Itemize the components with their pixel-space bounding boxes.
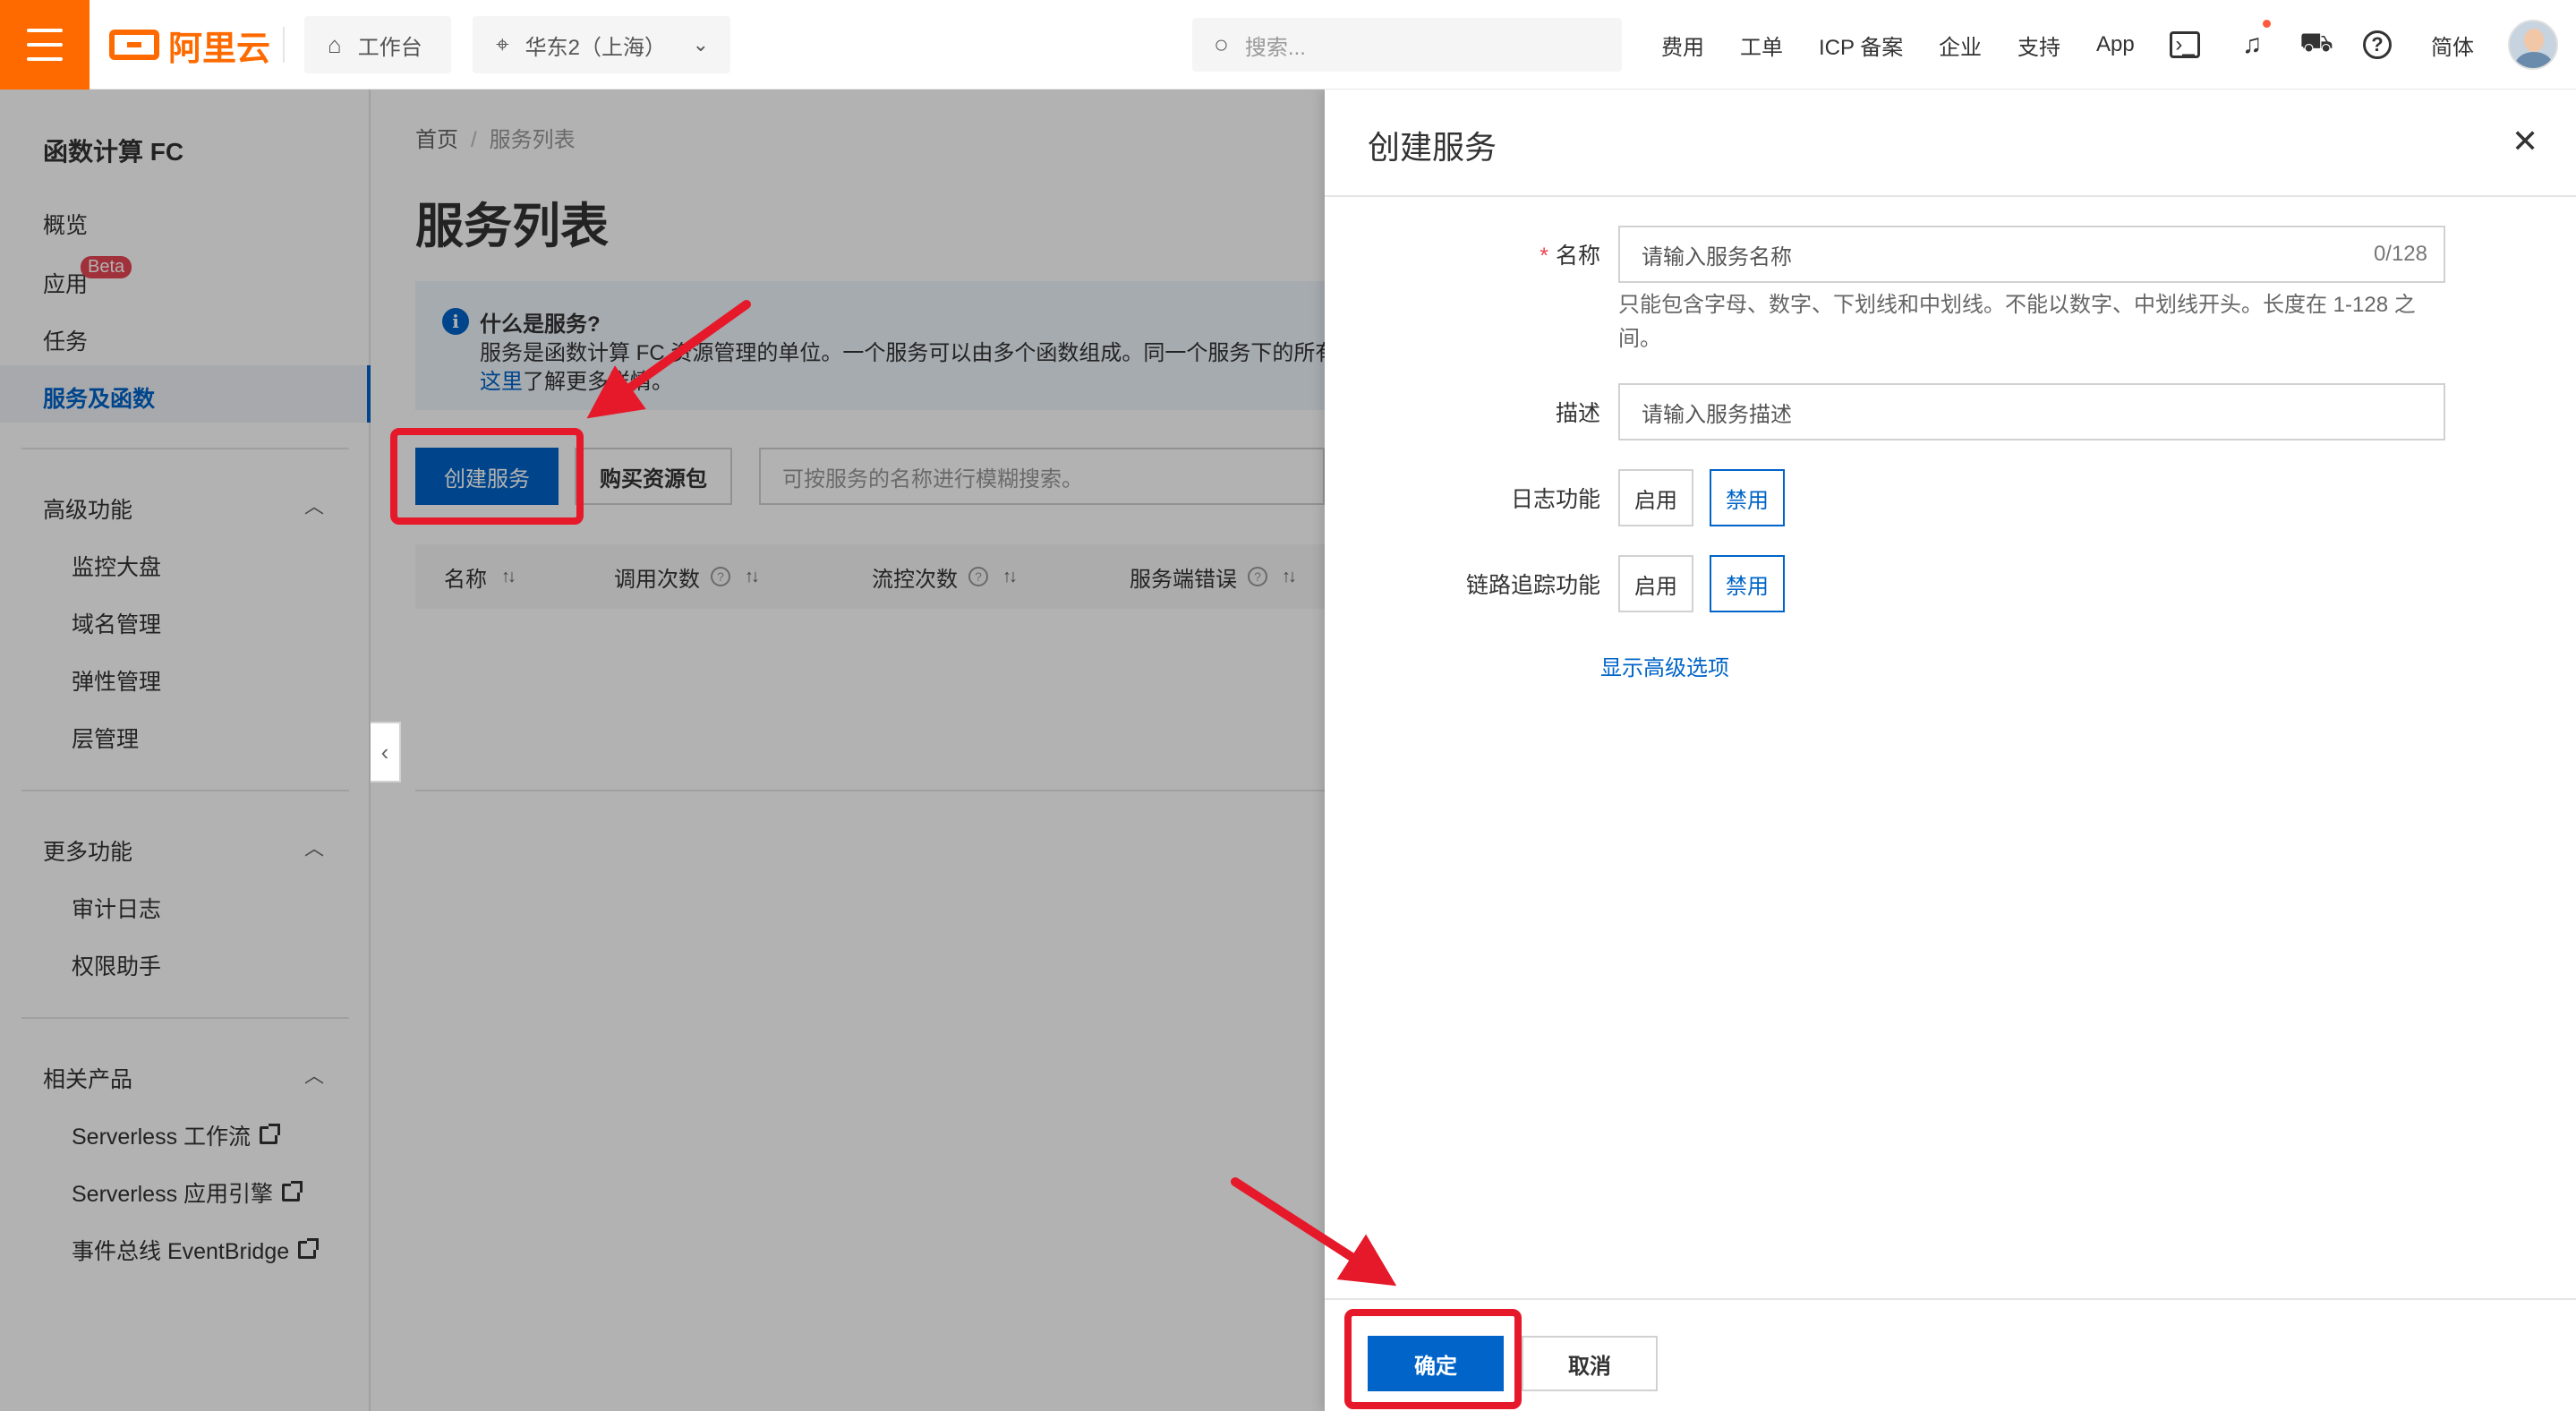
workbench-label: 工作台 bbox=[357, 35, 422, 60]
terminal-icon[interactable]: ›_ bbox=[2170, 31, 2200, 58]
logo-text: 阿里云 bbox=[168, 30, 271, 68]
search-placeholder: 搜索... bbox=[1244, 35, 1306, 60]
service-name-input[interactable]: 请输入服务名称 0/128 bbox=[1618, 226, 2445, 283]
avatar[interactable] bbox=[2508, 20, 2558, 70]
close-icon[interactable]: ✕ bbox=[2512, 125, 2538, 158]
trace-enable-button[interactable]: 启用 bbox=[1618, 555, 1693, 612]
required-mark: * bbox=[1540, 244, 1548, 269]
workbench-button[interactable]: ⌂ 工作台 bbox=[304, 16, 451, 73]
name-char-count: 0/128 bbox=[2373, 242, 2427, 266]
create-service-drawer: 创建服务 ✕ * 名称 请输入服务名称 0/128 只能包含字母、数字、下划线和中… bbox=[1325, 90, 2576, 1411]
nav-app[interactable]: App bbox=[2096, 0, 2135, 90]
name-placeholder: 请输入服务名称 bbox=[1642, 244, 1792, 269]
log-enable-button[interactable]: 启用 bbox=[1618, 469, 1693, 526]
region-selector[interactable]: ⌖ 华东2（上海） ⌄ bbox=[473, 16, 730, 73]
log-disable-button[interactable]: 禁用 bbox=[1710, 469, 1785, 526]
nav-icp[interactable]: ICP 备案 bbox=[1819, 0, 1903, 90]
divider bbox=[283, 27, 285, 63]
drawer-header: 创建服务 ✕ bbox=[1325, 90, 2576, 197]
notification-dot bbox=[2263, 20, 2271, 28]
drawer-footer: 确定 取消 bbox=[1325, 1298, 2576, 1411]
log-label: 日志功能 bbox=[1510, 487, 1600, 512]
bell-icon[interactable]: ♫ bbox=[2234, 27, 2270, 63]
show-advanced-options-link[interactable]: 显示高级选项 bbox=[1600, 650, 1729, 681]
nav-ticket[interactable]: 工单 bbox=[1740, 0, 1783, 90]
description-placeholder: 请输入服务描述 bbox=[1642, 402, 1792, 427]
name-label: * 名称 bbox=[1332, 238, 1600, 270]
location-pin-icon: ⌖ bbox=[496, 30, 509, 57]
region-label: 华东2（上海） bbox=[525, 35, 666, 60]
service-description-input[interactable]: 请输入服务描述 bbox=[1618, 383, 2445, 440]
sidebar-collapse-button[interactable]: ‹ bbox=[371, 722, 401, 782]
language-switch[interactable]: 简体 bbox=[2431, 0, 2474, 90]
drawer-overlay-mask[interactable] bbox=[0, 90, 1325, 1411]
help-icon[interactable]: ? bbox=[2363, 30, 2392, 59]
top-bar: 阿里云 ⌂ 工作台 ⌖ 华东2（上海） ⌄ ○ 搜索... 费用 工单 ICP … bbox=[0, 0, 2576, 90]
nav-support[interactable]: 支持 bbox=[2017, 0, 2060, 90]
name-label-text: 名称 bbox=[1555, 244, 1600, 269]
menu-icon[interactable] bbox=[0, 0, 90, 90]
cart-icon[interactable]: ⛟ bbox=[2299, 27, 2334, 63]
confirm-button[interactable]: 确定 bbox=[1368, 1336, 1504, 1391]
drawer-title: 创建服务 bbox=[1368, 129, 1497, 166]
trace-label: 链路追踪功能 bbox=[1465, 573, 1600, 598]
logo-mark-icon bbox=[109, 30, 159, 60]
aliyun-logo[interactable]: 阿里云 bbox=[109, 23, 270, 68]
trace-disable-button[interactable]: 禁用 bbox=[1710, 555, 1785, 612]
name-help-text: 只能包含字母、数字、下划线和中划线。不能以数字、中划线开头。长度在 1-128 … bbox=[1618, 293, 2416, 351]
description-label: 描述 bbox=[1555, 401, 1600, 426]
cancel-button[interactable]: 取消 bbox=[1522, 1336, 1658, 1391]
search-icon: ○ bbox=[1214, 30, 1229, 58]
nav-fee[interactable]: 费用 bbox=[1661, 0, 1704, 90]
nav-enterprise[interactable]: 企业 bbox=[1939, 0, 1982, 90]
home-icon: ⌂ bbox=[328, 30, 342, 58]
global-search-input[interactable]: ○ 搜索... bbox=[1192, 18, 1622, 72]
chevron-down-icon: ⌄ bbox=[692, 33, 709, 56]
